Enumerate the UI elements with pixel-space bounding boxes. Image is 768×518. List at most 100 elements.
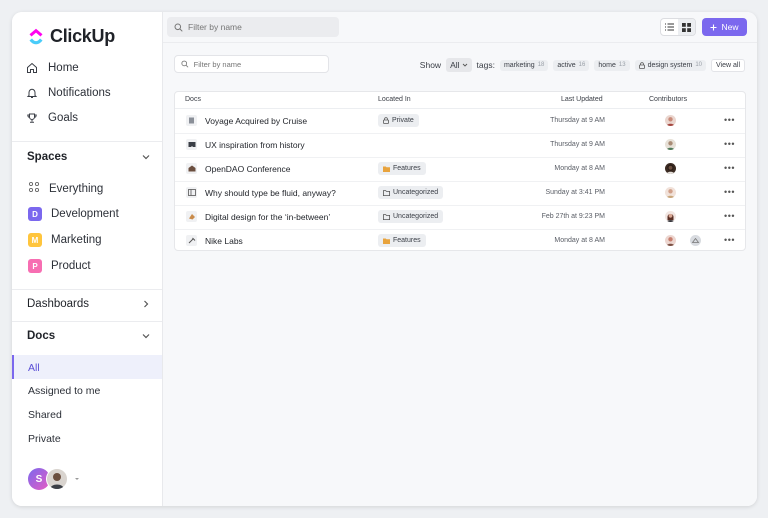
doc-title: Voyage Acquired by Cruise	[205, 116, 308, 126]
folder-icon	[383, 166, 390, 172]
lock-icon	[383, 117, 389, 124]
doc-title: UX inspiration from history	[205, 140, 305, 150]
more-options-icon[interactable]: •••	[724, 211, 735, 221]
docs-active-indicator	[12, 355, 14, 379]
folder-outline-icon	[383, 189, 390, 196]
show-dropdown[interactable]: All	[446, 58, 472, 72]
contributor-avatar[interactable]	[665, 115, 676, 126]
col-updated[interactable]: Last Updated	[561, 96, 603, 103]
docs-private[interactable]: Private	[28, 433, 61, 445]
table-row[interactable]: Nike Labs Features Monday at 8 AM •••	[175, 229, 745, 253]
table-row[interactable]: Digital design for the ‘in-between’ Unca…	[175, 205, 745, 230]
top-search-input[interactable]	[188, 22, 328, 32]
top-search[interactable]	[167, 17, 339, 37]
spaces-section-header[interactable]: Spaces	[27, 151, 151, 163]
contributor-avatar[interactable]	[665, 163, 676, 174]
contributor-avatar[interactable]	[665, 211, 676, 222]
tag-design-system[interactable]: design system 10	[634, 59, 706, 71]
location-badge[interactable]: Uncategorized	[378, 210, 444, 223]
docs-all[interactable]: All	[28, 362, 40, 374]
grid-icon	[682, 22, 691, 32]
main-panel: New Show All tags: marketing 18 active 1…	[163, 12, 757, 506]
space-marketing[interactable]: M Marketing	[28, 233, 102, 247]
chevron-right-icon	[144, 300, 149, 308]
contributors	[665, 187, 676, 198]
sidebar-divider	[12, 141, 162, 142]
location-badge[interactable]: Features	[378, 234, 426, 247]
tag-name: marketing	[503, 61, 535, 69]
show-value: All	[450, 60, 460, 70]
chevron-down-icon	[142, 334, 150, 339]
last-updated: Monday at 8 AM	[554, 237, 605, 244]
space-everything[interactable]: Everything	[28, 181, 103, 196]
home-icon	[26, 62, 38, 74]
location-label: Uncategorized	[393, 189, 439, 196]
grid-view-button[interactable]	[678, 19, 695, 35]
col-contributors[interactable]: Contributors	[649, 96, 687, 103]
nav-goals-label: Goals	[48, 112, 79, 124]
space-product[interactable]: P Product	[28, 259, 91, 273]
docs-assigned-to-me[interactable]: Assigned to me	[28, 385, 100, 397]
col-location[interactable]: Located In	[378, 96, 411, 103]
contributors	[665, 163, 676, 174]
more-options-icon[interactable]: •••	[724, 235, 735, 245]
new-doc-button[interactable]: New	[702, 18, 747, 36]
tag-count: 13	[618, 62, 626, 68]
folder-outline-icon	[383, 213, 390, 220]
more-options-icon[interactable]: •••	[724, 187, 735, 197]
space-avatar-m: M	[28, 233, 42, 247]
list-view-button[interactable]	[661, 19, 678, 35]
location-badge[interactable]: Features	[378, 162, 426, 175]
contributors	[665, 211, 676, 222]
user-menu[interactable]: S	[28, 468, 81, 490]
col-docs[interactable]: Docs	[185, 96, 201, 103]
contributor-avatar[interactable]	[665, 187, 676, 198]
team-avatar[interactable]	[690, 235, 701, 246]
space-development[interactable]: D Development	[28, 207, 119, 221]
table-row[interactable]: UX inspiration from history Thursday at …	[175, 133, 745, 158]
new-button-label: New	[721, 22, 739, 32]
table-row[interactable]: Why should type be fluid, anyway? Uncate…	[175, 181, 745, 206]
location-badge[interactable]: Private	[378, 114, 419, 127]
contributor-avatar[interactable]	[665, 139, 676, 150]
table-row[interactable]: Voyage Acquired by Cruise Private Thursd…	[175, 109, 745, 134]
docs-search-input[interactable]	[193, 59, 328, 69]
tags-label: tags:	[476, 60, 495, 70]
nav-home-label: Home	[48, 62, 79, 74]
docs-shared[interactable]: Shared	[28, 409, 62, 421]
table-row[interactable]: OpenDAO Conference Features Monday at 8 …	[175, 157, 745, 182]
table-header: Docs Located In Last Updated Contributor…	[175, 92, 745, 109]
more-options-icon[interactable]: •••	[724, 115, 735, 125]
doc-title: OpenDAO Conference	[205, 164, 291, 174]
view-all-tags-button[interactable]: View all	[711, 58, 745, 72]
clickup-logo-icon	[29, 28, 43, 44]
chevron-down-icon	[142, 155, 150, 160]
docs-search[interactable]	[174, 55, 329, 73]
doc-title: Why should type be fluid, anyway?	[205, 188, 336, 198]
folder-icon	[383, 238, 390, 244]
view-toggle	[660, 18, 696, 36]
last-updated: Thursday at 9 AM	[550, 141, 605, 148]
trophy-icon	[26, 112, 38, 124]
location-badge[interactable]: Uncategorized	[378, 186, 444, 199]
nav-goals[interactable]: Goals	[26, 112, 78, 124]
dashboards-label: Dashboards	[27, 298, 90, 310]
location-label: Uncategorized	[393, 213, 439, 220]
docs-section-header[interactable]: Docs	[27, 330, 151, 342]
location-label: Features	[393, 237, 421, 244]
contributor-avatar[interactable]	[665, 235, 676, 246]
caret-down-icon	[75, 478, 79, 480]
more-options-icon[interactable]: •••	[724, 163, 735, 173]
sidebar-divider	[12, 321, 162, 322]
tag-name: home	[598, 61, 616, 69]
logo[interactable]: ClickUp	[28, 26, 115, 47]
dashboards-link[interactable]: Dashboards	[27, 298, 151, 310]
tag-marketing[interactable]: marketing 18	[499, 59, 549, 71]
doc-emoji-icon	[186, 163, 197, 174]
contributors	[665, 115, 676, 126]
tag-active[interactable]: active 16	[553, 59, 590, 71]
more-options-icon[interactable]: •••	[724, 139, 735, 149]
nav-notifications[interactable]: Notifications	[26, 87, 111, 99]
nav-home[interactable]: Home	[26, 62, 79, 74]
tag-home[interactable]: home 13	[594, 59, 630, 71]
